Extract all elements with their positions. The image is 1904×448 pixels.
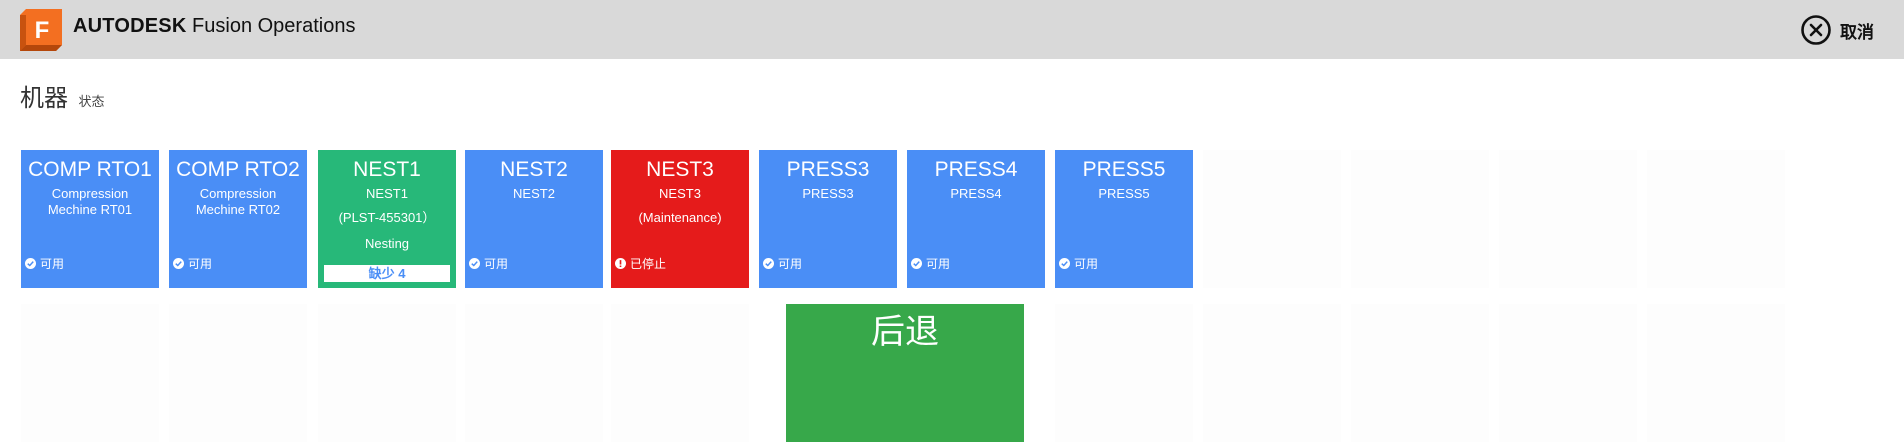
machine-tile-press4[interactable]: PRESS4 PRESS4 可用 xyxy=(907,150,1045,288)
empty-slot xyxy=(1499,150,1637,288)
check-circle-icon xyxy=(469,258,480,269)
page-subtitle: 状态 xyxy=(78,94,105,109)
machine-name: NEST2 xyxy=(500,158,568,181)
empty-slot xyxy=(1203,304,1341,442)
check-circle-icon xyxy=(763,258,774,269)
status-badge: 可用 xyxy=(25,255,64,272)
empty-slot xyxy=(1351,304,1489,442)
machine-description: PRESS5 xyxy=(1098,186,1150,201)
status-badge: 可用 xyxy=(1059,255,1098,272)
empty-slot xyxy=(1351,150,1489,288)
cancel-button[interactable]: 取消 xyxy=(1800,14,1874,46)
status-badge: 可用 xyxy=(763,255,802,272)
machine-name: PRESS5 xyxy=(1082,158,1166,181)
back-button[interactable]: 后退 xyxy=(786,304,1024,442)
check-circle-icon xyxy=(1059,258,1070,269)
empty-slot xyxy=(611,304,749,442)
machine-name: NEST3 xyxy=(646,158,714,181)
fusion-logo-icon: F xyxy=(20,9,62,51)
machine-description: NEST1 xyxy=(366,186,408,201)
status-text: 可用 xyxy=(40,257,65,271)
machine-description: Compression xyxy=(51,186,129,201)
cancel-label: 取消 xyxy=(1840,22,1874,42)
empty-slot xyxy=(21,304,159,442)
brand-product: Fusion Operations xyxy=(192,15,356,37)
machine-name: NEST1 xyxy=(353,158,421,181)
empty-slot xyxy=(1647,150,1785,288)
machine-name: PRESS4 xyxy=(934,158,1018,181)
page-title-text: 机器 xyxy=(20,85,68,112)
machine-description: NEST3 xyxy=(659,186,701,201)
empty-slot xyxy=(169,304,307,442)
machine-tile-press5[interactable]: PRESS5 PRESS5 可用 xyxy=(1055,150,1193,288)
machine-name: COMP RTO2 xyxy=(176,158,300,181)
close-circle-icon xyxy=(1801,15,1831,45)
machine-name: COMP RTO1 xyxy=(28,158,152,181)
empty-slot xyxy=(1647,304,1785,442)
empty-slot xyxy=(1055,304,1193,442)
machine-note: (Maintenance) xyxy=(638,210,722,225)
machine-description: Compression xyxy=(199,186,277,201)
status-badge: 已停止 xyxy=(615,255,666,272)
machine-tile-nest3[interactable]: NEST3 NEST3 (Maintenance) 已停止 xyxy=(611,150,749,288)
app-brand: AUTODESK Fusion Operations xyxy=(73,14,355,38)
empty-slot xyxy=(318,304,456,442)
status-badge: 可用 xyxy=(469,255,508,272)
alert-circle-icon xyxy=(615,258,626,269)
brand-company: AUTODESK xyxy=(73,15,187,37)
machine-description: Mechine RT02 xyxy=(195,202,281,217)
status-badge: 可用 xyxy=(173,255,212,272)
status-text: 可用 xyxy=(778,257,803,271)
back-button-label: 后退 xyxy=(871,313,939,351)
svg-text:F: F xyxy=(35,17,50,44)
machine-name: PRESS3 xyxy=(786,158,870,181)
machine-job: (PLST-455301） xyxy=(338,210,436,225)
app-header: F AUTODESK Fusion Operations 取消 xyxy=(0,0,1904,59)
missing-badge: 缺少 4 xyxy=(324,265,450,282)
machine-tile-comp-rto1[interactable]: COMP RTO1 Compression Mechine RT01 可用 xyxy=(21,150,159,288)
page-title: 机器 状态 xyxy=(20,78,104,113)
machine-description: PRESS4 xyxy=(950,186,1002,201)
check-circle-icon xyxy=(911,258,922,269)
status-text: 已停止 xyxy=(630,257,667,271)
machine-description: Mechine RT01 xyxy=(47,202,133,217)
check-circle-icon xyxy=(25,258,36,269)
machine-tile-press3[interactable]: PRESS3 PRESS3 可用 xyxy=(759,150,897,288)
empty-slot xyxy=(465,304,603,442)
machine-tile-nest1[interactable]: NEST1 NEST1 (PLST-455301） Nesting 缺少 4 xyxy=(318,150,456,288)
status-text: 可用 xyxy=(484,257,509,271)
machine-operation: Nesting xyxy=(364,236,410,251)
status-text: 可用 xyxy=(1074,257,1099,271)
status-text: 可用 xyxy=(926,257,951,271)
empty-slot xyxy=(1203,150,1341,288)
machine-tile-comp-rto2[interactable]: COMP RTO2 Compression Mechine RT02 可用 xyxy=(169,150,307,288)
empty-slot xyxy=(1499,304,1637,442)
check-circle-icon xyxy=(173,258,184,269)
status-badge: 可用 xyxy=(911,255,950,272)
status-text: 可用 xyxy=(188,257,213,271)
machine-tile-nest2[interactable]: NEST2 NEST2 可用 xyxy=(465,150,603,288)
machine-description: PRESS3 xyxy=(802,186,854,201)
machine-description: NEST2 xyxy=(513,186,555,201)
